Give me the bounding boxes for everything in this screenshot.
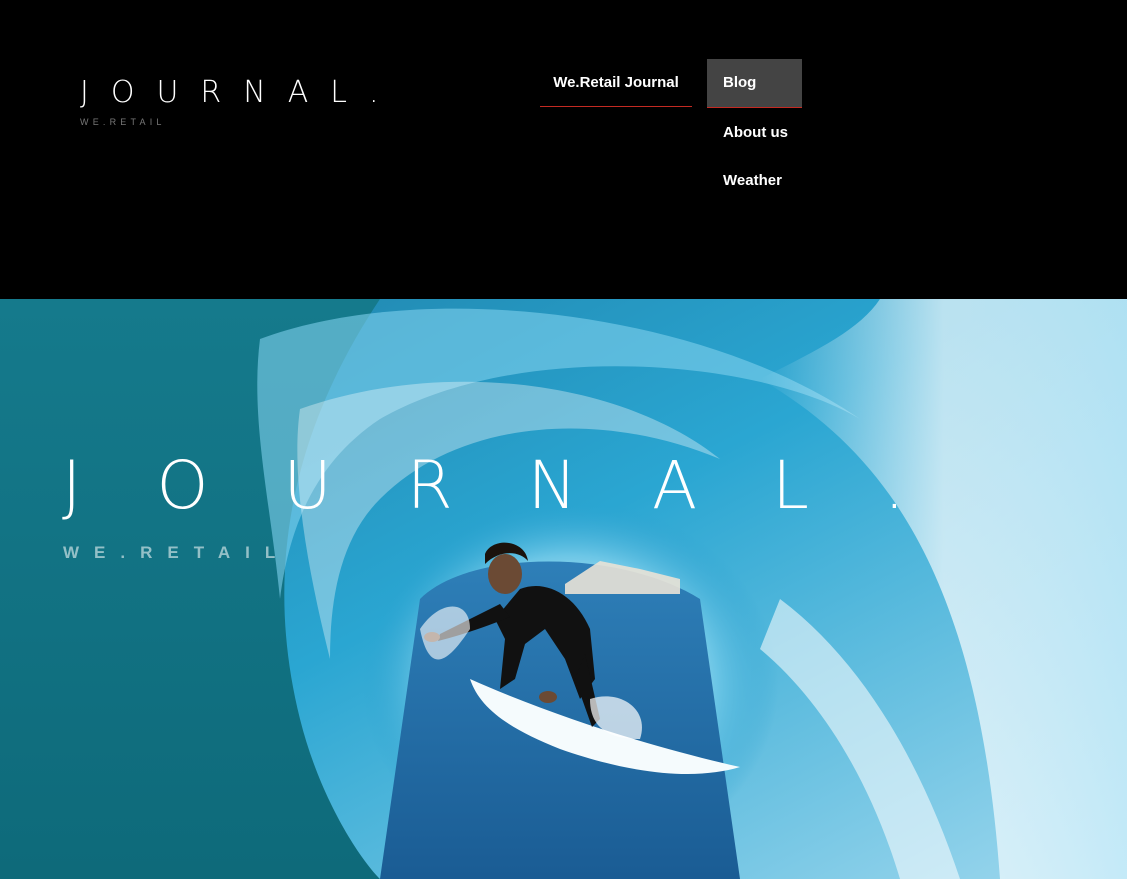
site-logo[interactable]: JOURNAL. WE.RETAIL bbox=[80, 75, 401, 128]
site-header: JOURNAL. WE.RETAIL We.Retail Journal Blo… bbox=[0, 0, 1127, 299]
nav-item-about-us[interactable]: About us bbox=[723, 124, 788, 141]
logo-subtitle: WE.RETAIL bbox=[80, 117, 166, 127]
hero-banner: JOURNAL. WE.RETAIL bbox=[0, 299, 1127, 879]
hero-title: JOURNAL. bbox=[62, 447, 980, 524]
hero-image-surfer bbox=[0, 299, 1127, 879]
nav-item-blog[interactable]: Blog bbox=[707, 59, 802, 108]
hero-subtitle: WE.RETAIL bbox=[63, 543, 291, 562]
nav-item-we-retail-journal[interactable]: We.Retail Journal bbox=[540, 59, 692, 107]
nav-item-weather[interactable]: Weather bbox=[723, 172, 782, 189]
logo-title: JOURNAL. bbox=[80, 75, 401, 110]
